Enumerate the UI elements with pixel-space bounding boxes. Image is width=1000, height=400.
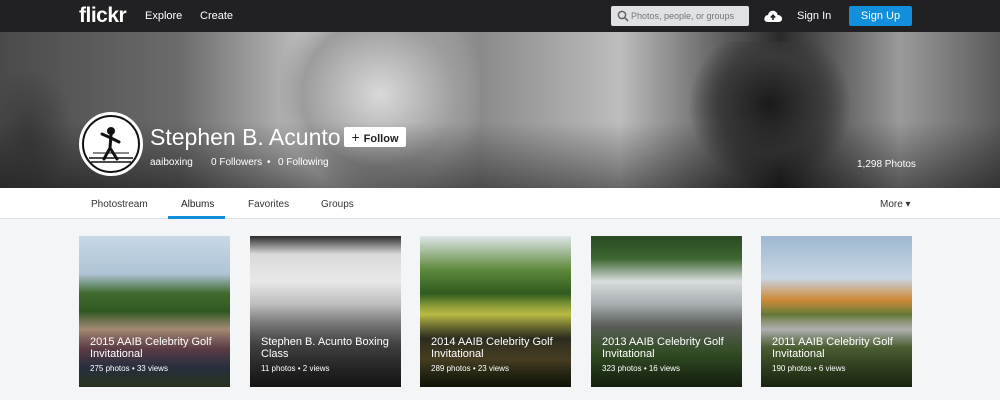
boxer-logo-icon xyxy=(82,115,140,173)
tab-groups[interactable]: Groups xyxy=(321,199,354,210)
tab-photostream[interactable]: Photostream xyxy=(91,199,148,210)
album-card[interactable]: Stephen B. Acunto Boxing Class 11 photos… xyxy=(250,236,401,387)
album-stats: 289 photos • 23 views xyxy=(431,364,509,373)
album-title: 2011 AAIB Celebrity Golf Invitational xyxy=(772,336,893,360)
active-tab-indicator xyxy=(168,216,225,219)
more-menu[interactable]: More ▾ xyxy=(880,199,911,210)
album-stats: 323 photos • 16 views xyxy=(602,364,680,373)
album-card[interactable]: 2014 AAIB Celebrity Golf Invitational 28… xyxy=(420,236,571,387)
sign-in-link[interactable]: Sign In xyxy=(797,10,831,22)
photos-count: 1,298 Photos xyxy=(857,159,916,170)
album-title: 2013 AAIB Celebrity Golf Invitational xyxy=(602,336,724,360)
create-link[interactable]: Create xyxy=(200,10,233,22)
avatar[interactable] xyxy=(79,112,143,176)
search-icon xyxy=(617,10,629,22)
tab-albums[interactable]: Albums xyxy=(181,199,214,210)
profile-name: Stephen B. Acunto xyxy=(150,124,341,150)
top-navigation-bar: flickr Explore Create Sign In Sign Up xyxy=(0,0,1000,32)
album-title: Stephen B. Acunto Boxing Class xyxy=(261,336,389,360)
album-stats: 11 photos • 2 views xyxy=(261,364,330,373)
album-card[interactable]: 2013 AAIB Celebrity Golf Invitational 32… xyxy=(591,236,742,387)
username[interactable]: aaiboxing xyxy=(150,157,193,168)
sign-up-button[interactable]: Sign Up xyxy=(849,6,912,26)
profile-tabs: Photostream Albums Favorites Groups More… xyxy=(0,188,1000,219)
upload-cloud-icon[interactable] xyxy=(763,8,783,24)
plus-icon: + xyxy=(351,129,360,145)
dot-separator: • xyxy=(267,157,271,168)
explore-link[interactable]: Explore xyxy=(145,10,182,22)
album-card[interactable]: 2011 AAIB Celebrity Golf Invitational 19… xyxy=(761,236,912,387)
search-box[interactable] xyxy=(611,6,749,26)
tab-favorites[interactable]: Favorites xyxy=(248,199,289,210)
album-stats: 190 photos • 6 views xyxy=(772,364,846,373)
album-title: 2014 AAIB Celebrity Golf Invitational xyxy=(431,336,553,360)
album-title: 2015 AAIB Celebrity Golf Invitational xyxy=(90,336,212,360)
album-card[interactable]: 2015 AAIB Celebrity Golf Invitational 27… xyxy=(79,236,230,387)
follow-label: Follow xyxy=(363,133,399,145)
album-stats: 275 photos • 33 views xyxy=(90,364,168,373)
followers-link[interactable]: 0 Followers xyxy=(211,157,262,168)
flickr-logo[interactable]: flickr xyxy=(79,4,127,28)
follow-button[interactable]: + Follow xyxy=(344,127,406,147)
following-link[interactable]: 0 Following xyxy=(278,157,329,168)
search-input[interactable] xyxy=(631,6,746,26)
